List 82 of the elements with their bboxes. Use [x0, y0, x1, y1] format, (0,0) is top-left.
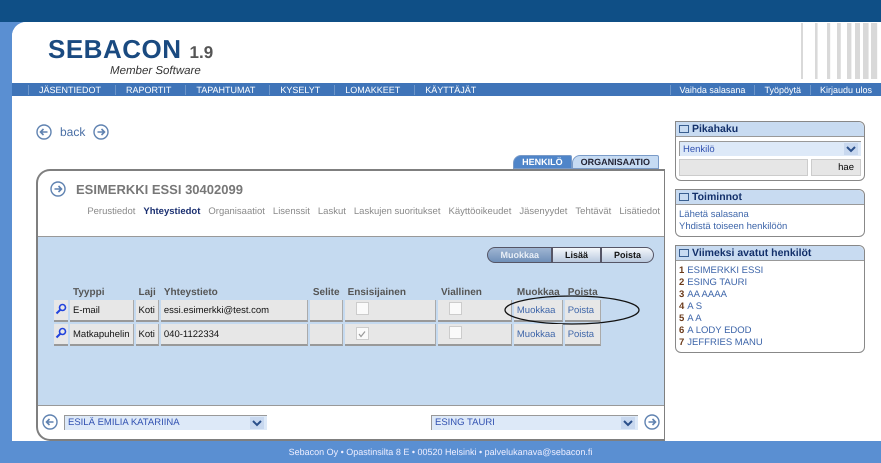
recent-person-link[interactable]: ESING TAURI	[687, 277, 748, 288]
recent-person-link[interactable]: A LODY EDOD	[687, 325, 752, 336]
table-cell	[310, 324, 343, 346]
search-field[interactable]	[679, 159, 808, 176]
search-button[interactable]: hae	[811, 159, 861, 176]
item-number: 3	[679, 289, 684, 300]
column-header: Muokkaa	[516, 287, 561, 298]
column-header: Yhteystieto	[162, 287, 219, 298]
entity-tab[interactable]: HENKILÖ	[513, 155, 572, 170]
item-number: 1	[679, 265, 684, 276]
recent-person-link[interactable]: JEFFRIES MANU	[687, 337, 763, 348]
checkbox[interactable]	[448, 326, 462, 340]
menu-link[interactable]: Työpöytä	[754, 84, 810, 95]
menu-link[interactable]: Kirjaudu ulos	[810, 84, 881, 95]
subtab[interactable]: Laskut	[318, 206, 346, 232]
search-icon[interactable]	[55, 302, 67, 315]
subtab[interactable]: Yhteystiedot	[143, 206, 200, 232]
subtab[interactable]: Lisenssit	[272, 206, 310, 232]
menu-link[interactable]: JÄSENTIEDOT	[28, 84, 116, 95]
action-link[interactable]: Yhdistä toiseen henkilöön	[679, 221, 861, 232]
table-cell: Matkapuhelin	[70, 324, 134, 346]
column-header: Laji	[138, 287, 157, 298]
subtab[interactable]: Organisaatiot	[208, 206, 265, 232]
item-number: 4	[679, 301, 684, 312]
subtab[interactable]: Perustiedot	[87, 206, 136, 232]
column-header: Tyyppi	[72, 287, 106, 298]
menu-link[interactable]: TAPAHTUMAT	[185, 84, 270, 95]
checkbox[interactable]	[356, 327, 369, 340]
check-icon	[357, 328, 368, 339]
window-icon	[679, 125, 689, 134]
footer-text: Sebacon Oy • Opastinsilta 8 E • 00520 Helsinki • palvelukanava@sebacon.fi	[288, 447, 592, 458]
app-tagline: Member Software	[109, 64, 202, 77]
menu-link[interactable]: KYSELYT	[269, 84, 334, 95]
recent-person-link[interactable]: AA AAAA	[687, 289, 727, 300]
action-button[interactable]: Lisää	[552, 247, 601, 264]
panel-title: Pikahaku	[692, 123, 738, 136]
version-label: 1.9	[190, 42, 214, 63]
table-cell: 040-1122334	[160, 324, 308, 346]
column-header: Ensisijainen	[346, 287, 407, 298]
panel-title: Toiminnot	[692, 191, 742, 204]
table-cell: Koti	[136, 300, 159, 322]
checkbox[interactable]	[356, 302, 369, 316]
table-cell: Koti	[136, 324, 159, 346]
type-select[interactable]: Henkilö	[679, 141, 861, 156]
subtab[interactable]: Tehtävät	[575, 206, 612, 232]
action-button[interactable]: Poista	[600, 247, 654, 264]
recent-person-link[interactable]: A S	[687, 301, 702, 312]
caret-icon[interactable]	[250, 416, 264, 429]
subtab[interactable]: Käyttöoikeudet	[448, 206, 512, 232]
app-logo: SEBACON	[48, 34, 182, 65]
window-icon	[679, 193, 689, 202]
recent-person-link[interactable]: A A	[687, 313, 702, 324]
caret-icon[interactable]	[844, 143, 858, 156]
item-number: 7	[679, 337, 684, 348]
table-cell: essi.esimerkki@test.com	[160, 300, 308, 322]
item-number: 5	[679, 313, 684, 324]
window-icon	[679, 249, 689, 258]
action-link[interactable]: Lähetä salasana	[679, 209, 861, 220]
menu-link[interactable]: LOMAKKEET	[334, 84, 414, 95]
next-person-select[interactable]: ESING TAURI	[431, 414, 638, 430]
subtab[interactable]: Lisätiedot	[619, 206, 660, 232]
item-number: 6	[679, 325, 684, 336]
entity-tab[interactable]: ORGANISAATIO	[572, 155, 659, 170]
column-header: Viallinen	[440, 287, 483, 298]
subtab[interactable]: Jäsenyydet	[519, 206, 568, 232]
column-header: Poista	[566, 287, 599, 298]
subtab[interactable]: Laskujen suoritukset	[354, 206, 440, 232]
search-icon[interactable]	[55, 326, 67, 339]
checkbox[interactable]	[448, 302, 462, 316]
table-cell	[310, 300, 343, 322]
column-header: Selite	[312, 287, 341, 298]
person-title: ESIMERKKI ESSI 30402099	[76, 182, 243, 197]
panel-title: Viimeksi avatut henkilöt	[692, 247, 812, 260]
menu-link[interactable]: Vaihda salasana	[670, 84, 754, 95]
table-cell: E-mail	[70, 300, 134, 322]
menu-link[interactable]: RAPORTIT	[115, 84, 186, 95]
back-link[interactable]: back	[60, 125, 86, 140]
item-number: 2	[679, 277, 684, 288]
previous-person-select[interactable]: ESILÄ EMILIA KATARIINA	[64, 414, 267, 430]
recent-person-link[interactable]: ESIMERKKI ESSI	[687, 265, 764, 276]
menu-link[interactable]: KÄYTTÄJÄT	[414, 84, 490, 95]
caret-icon[interactable]	[621, 416, 635, 429]
